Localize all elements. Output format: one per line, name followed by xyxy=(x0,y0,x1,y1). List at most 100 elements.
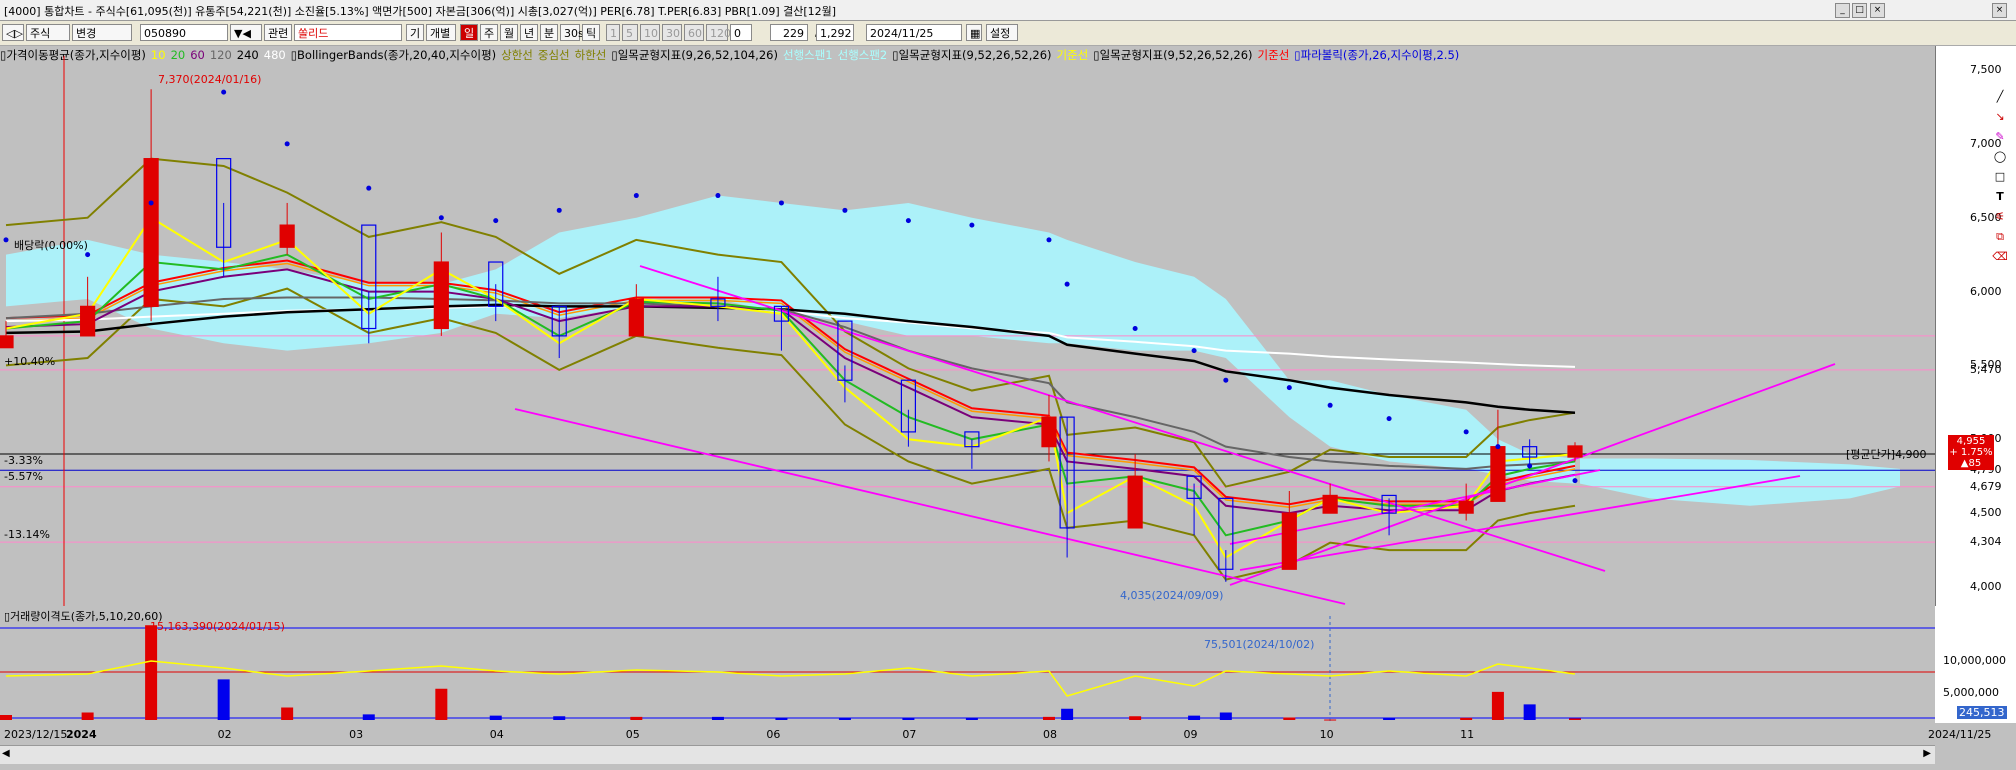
candle-body xyxy=(143,158,159,307)
candle-body xyxy=(1281,512,1297,570)
x-month-label: 06 xyxy=(766,728,781,741)
display-count-input[interactable]: 229 xyxy=(770,24,808,41)
highlighter-icon[interactable]: ✎ xyxy=(1992,130,2008,144)
dividend-label: 배당락(0.00%) xyxy=(14,239,88,252)
volume-axis: 10,000,000 5,000,000 245,513 xyxy=(1935,606,2016,723)
parabolic-dot xyxy=(148,200,154,206)
level-5470-label: 5,470 xyxy=(1970,362,2002,376)
scroll-left-icon[interactable]: ◀ xyxy=(2,748,10,759)
period-30s-tab[interactable]: 30s xyxy=(560,24,584,41)
interval-1[interactable]: 1 xyxy=(606,24,620,41)
interval-5[interactable]: 5 xyxy=(622,24,638,41)
volume-bar xyxy=(1324,719,1337,721)
x-end-label: 2024/11/25 xyxy=(1928,728,1992,741)
restore-icon[interactable]: □ xyxy=(1852,3,1867,18)
candle-body xyxy=(279,224,295,248)
volume-bar xyxy=(965,717,978,720)
total-count-input: 1,292 xyxy=(816,24,854,41)
parabolic-dot xyxy=(1064,281,1070,287)
scroll-right-icon[interactable]: ▶ xyxy=(1923,748,1931,759)
date-axis: 2023/12/15 2024 02 03 04 05 06 07 08 09 10 11 2024/1… xyxy=(0,726,2016,745)
stock-code-input[interactable]: 050890 xyxy=(140,24,228,41)
parabolic-dot xyxy=(3,237,9,243)
period-minute-tab[interactable]: 분 xyxy=(540,24,558,41)
level-4304-label: 4,304 xyxy=(1970,535,2002,549)
parabolic-dot xyxy=(778,200,784,206)
chart-scrollbar[interactable]: ◀ ▶ xyxy=(0,745,1935,764)
parabolic-dot xyxy=(905,218,911,224)
pct-top-label: +10.40% xyxy=(4,355,55,368)
volume-bar xyxy=(1129,716,1142,720)
ellipse-tool-icon[interactable]: ◯ xyxy=(1992,150,2008,164)
fibonacci-icon[interactable]: ⚟ xyxy=(1992,210,2008,224)
period-week-tab[interactable]: 주 xyxy=(480,24,498,41)
volume-bar xyxy=(1523,704,1536,720)
volume-bar xyxy=(1491,691,1504,720)
delete-icon[interactable]: ⌫ xyxy=(1992,250,2008,264)
x-month-label: 10 xyxy=(1319,728,1334,741)
volume-bar xyxy=(1383,718,1396,720)
date-picker[interactable]: 2024/11/25 xyxy=(866,24,962,41)
rectangle-tool-icon[interactable]: □ xyxy=(1992,170,2008,184)
parabolic-dot xyxy=(1191,348,1197,354)
volume-bar xyxy=(1460,717,1473,720)
period-year-tab[interactable]: 년 xyxy=(520,24,538,41)
interval-120[interactable]: 120 xyxy=(706,24,731,41)
period-month-tab[interactable]: 월 xyxy=(500,24,518,41)
pct-1-label: -3.33% xyxy=(4,454,43,467)
related-button[interactable]: 관련 xyxy=(264,24,292,41)
prev-stock-button[interactable]: ◁▷ xyxy=(2,24,24,41)
calendar-icon[interactable]: ▦ xyxy=(966,24,982,41)
price-tick-label: 4,000 xyxy=(1970,580,2002,593)
candle-body xyxy=(1127,475,1143,529)
ray-tool-icon[interactable]: ↘ xyxy=(1992,110,2008,124)
market-select[interactable]: 주식 xyxy=(26,24,70,41)
x-year-label: 2024 xyxy=(66,728,97,741)
x-month-label: 04 xyxy=(489,728,504,741)
volume-point-label: 75,501(2024/10/02) xyxy=(1204,638,1314,651)
volume-bar xyxy=(630,716,643,720)
volume-bar xyxy=(1188,715,1201,720)
period-day-tab[interactable]: 일 xyxy=(460,24,478,41)
window-title: [4000] 통합차트 - 주식수[61,095(천)] 유통주[54,221(… xyxy=(4,5,837,18)
interval-30[interactable]: 30 xyxy=(662,24,682,41)
parabolic-dot xyxy=(633,193,639,199)
period-tick-tab[interactable]: 틱 xyxy=(582,24,600,41)
volume-bar xyxy=(775,717,788,720)
volume-bar xyxy=(0,715,12,720)
gi-button[interactable]: 기 xyxy=(406,24,424,41)
minimize-icon[interactable]: _ xyxy=(1835,3,1850,18)
copy-icon[interactable]: ⧉ xyxy=(1992,230,2008,244)
x-month-label: 03 xyxy=(349,728,364,741)
parabolic-dot xyxy=(556,207,562,213)
price-chart[interactable]: 7,370(2024/01/16) 4,035(2024/09/09) 배당락(0.… xyxy=(0,46,1935,606)
parabolic-dot xyxy=(842,207,848,213)
interval-10[interactable]: 10 xyxy=(640,24,660,41)
text-tool-icon[interactable]: T xyxy=(1992,190,2008,204)
pin-icon[interactable]: × xyxy=(1992,3,2007,18)
drawing-tools: ╱ ↘ ✎ ◯ □ T ⚟ ⧉ ⌫ xyxy=(1990,90,2012,290)
price-tick-label: 4,500 xyxy=(1970,506,2002,520)
price-tick-label: 7,500 xyxy=(1970,63,2002,76)
settings-button[interactable]: 설정 xyxy=(986,24,1018,41)
volume-bar xyxy=(281,707,294,720)
current-price-line: 4,955 xyxy=(1956,435,1986,447)
parabolic-dot xyxy=(1286,385,1292,391)
parabolic-dot xyxy=(85,252,91,258)
parabolic-dot xyxy=(715,193,721,199)
line-tool-icon[interactable]: ╱ xyxy=(1992,90,2008,104)
candle-body xyxy=(1490,446,1506,502)
search-stock-button[interactable]: ▼◀ xyxy=(230,24,262,41)
volume-chart[interactable]: ▯거래량이격도(종가,5,10,20,60)15,163,390(2024/01… xyxy=(0,606,1935,726)
individual-button[interactable]: 개별 xyxy=(426,24,456,41)
interval-input[interactable]: 0 xyxy=(730,24,752,41)
volume-max-label: 15,163,390(2024/01/15) xyxy=(150,620,285,633)
candle-body xyxy=(1041,416,1057,448)
parabolic-dot xyxy=(1132,326,1138,331)
change-dropdown[interactable]: 변경 xyxy=(72,24,132,41)
parabolic-dot xyxy=(438,215,444,221)
close-icon[interactable]: × xyxy=(1870,3,1885,18)
trend-line xyxy=(514,408,1346,605)
volume-bar xyxy=(1283,717,1296,720)
interval-60[interactable]: 60 xyxy=(684,24,704,41)
